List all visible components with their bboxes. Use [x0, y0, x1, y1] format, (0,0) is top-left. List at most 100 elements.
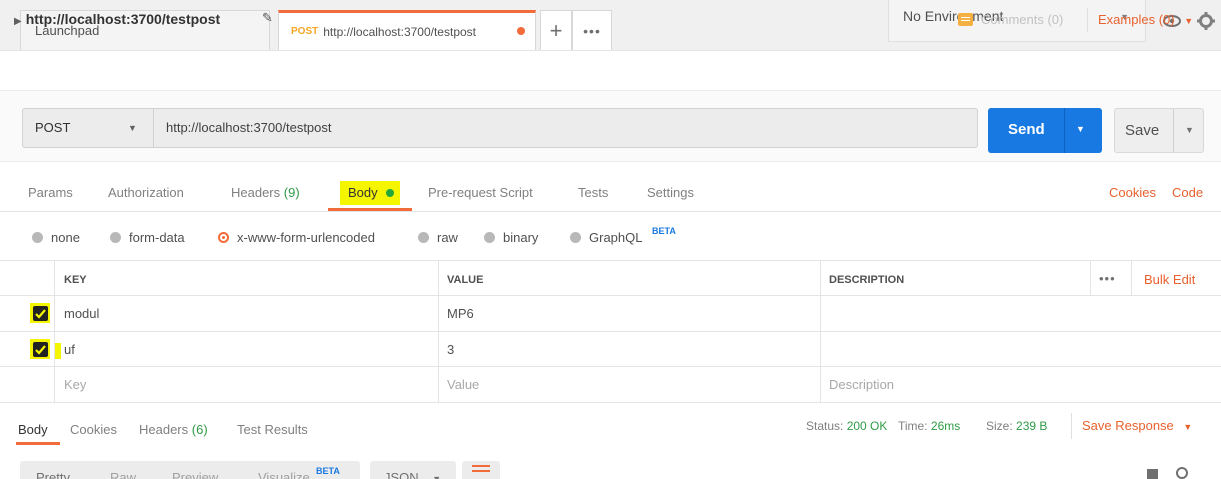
radio-none-label[interactable]: none — [51, 230, 80, 245]
tab-active-request[interactable]: POST http://localhost:3700/testpost — [278, 10, 536, 50]
checkmark-icon — [35, 345, 46, 355]
tab-headers-label: Headers — [231, 185, 281, 200]
new-tab-button[interactable]: + — [540, 10, 572, 50]
save-response-dropdown[interactable]: Save Response ▼ — [1082, 418, 1192, 433]
radio-binary-label[interactable]: binary — [503, 230, 538, 245]
column-divider — [1131, 260, 1132, 295]
size-label: Size: — [986, 419, 1013, 433]
tab-headers[interactable]: Headers (9) — [231, 185, 300, 200]
chevron-down-icon[interactable]: ▼ — [1076, 124, 1085, 134]
table-border — [0, 402, 1221, 403]
tab-authorization[interactable]: Authorization — [108, 185, 184, 200]
body-active-dot — [386, 189, 394, 197]
tab-tests[interactable]: Tests — [578, 185, 608, 200]
search-icon[interactable] — [1176, 467, 1188, 479]
send-button[interactable]: Send ▼ — [988, 108, 1102, 153]
active-tab-indicator — [328, 208, 412, 211]
row-key-highlight — [55, 343, 61, 359]
copy-icon[interactable] — [1147, 469, 1158, 479]
comments-button[interactable]: Comments (0) — [958, 12, 1063, 27]
status-value: 200 OK — [846, 419, 888, 433]
wrap-lines-button[interactable] — [462, 461, 500, 479]
unsaved-changes-dot — [517, 27, 525, 35]
radio-urlencoded[interactable] — [218, 232, 229, 243]
radio-none[interactable] — [32, 232, 43, 243]
radio-raw[interactable] — [418, 232, 429, 243]
column-header-key: KEY — [64, 274, 87, 286]
format-select[interactable]: JSON ▼ — [370, 461, 456, 479]
code-link[interactable]: Code — [1172, 185, 1203, 200]
response-tab-cookies[interactable]: Cookies — [70, 422, 117, 437]
tab-more-button[interactable]: ••• — [572, 10, 612, 50]
radio-graphql[interactable] — [570, 232, 581, 243]
row-value[interactable]: 3 — [447, 342, 454, 357]
new-description-input[interactable]: Description — [829, 377, 894, 392]
table-border — [0, 260, 1221, 261]
manage-environments-button[interactable] — [1190, 0, 1221, 42]
tab-params[interactable]: Params — [28, 185, 73, 200]
radio-urlencoded-label[interactable]: x-www-form-urlencoded — [237, 230, 375, 245]
method-selected: POST — [35, 120, 71, 135]
view-raw[interactable]: Raw — [110, 470, 136, 479]
new-key-input[interactable]: Key — [64, 377, 86, 392]
examples-dropdown[interactable]: Examples (0) ▼ — [1098, 12, 1193, 27]
plus-icon: + — [549, 17, 563, 43]
tab-prerequest-script[interactable]: Pre-request Script — [428, 185, 533, 200]
row-value[interactable]: MP6 — [447, 306, 474, 321]
radio-graphql-label[interactable]: GraphQL — [589, 230, 642, 245]
tab-headers-count: (9) — [283, 185, 300, 200]
status-label: Status: — [806, 419, 844, 433]
response-tab-body[interactable]: Body — [18, 422, 48, 437]
chevron-down-icon: ▼ — [128, 123, 137, 133]
comment-icon — [958, 13, 973, 26]
tab-request-url: http://localhost:3700/testpost — [323, 24, 476, 39]
response-tab-headers[interactable]: Headers (6) — [139, 422, 208, 437]
comments-label: Comments (0) — [981, 12, 1064, 27]
table-border — [0, 295, 1221, 296]
table-more-button[interactable]: ••• — [1099, 271, 1116, 286]
chevron-down-icon: ▼ — [1183, 422, 1193, 432]
new-value-input[interactable]: Value — [447, 377, 479, 392]
view-preview[interactable]: Preview — [172, 470, 218, 479]
view-pretty[interactable]: Pretty — [36, 470, 70, 479]
table-border — [0, 366, 1221, 367]
save-button-label: Save — [1125, 122, 1160, 139]
checkmark-icon — [35, 309, 46, 319]
row-key[interactable]: modul — [64, 306, 99, 321]
cookies-link[interactable]: Cookies — [1109, 185, 1156, 200]
tab-settings[interactable]: Settings — [647, 185, 694, 200]
request-name[interactable]: ▶ http://localhost:3700/testpost — [14, 11, 220, 27]
tab-body[interactable]: Body — [348, 185, 378, 200]
format-selected: JSON — [384, 470, 419, 479]
column-divider — [820, 260, 821, 403]
size-readout: Size: 239 B — [986, 419, 1047, 433]
tab-method-badge: POST — [291, 26, 319, 37]
column-divider — [54, 260, 55, 403]
response-headers-count: (6) — [191, 422, 208, 437]
radio-binary[interactable] — [484, 232, 495, 243]
examples-label: Examples (0) — [1098, 12, 1175, 27]
chevron-down-icon: ▼ — [432, 474, 442, 479]
time-readout: Time: 26ms — [898, 419, 960, 433]
divider — [1087, 8, 1088, 32]
radio-form-data-label[interactable]: form-data — [129, 230, 185, 245]
size-value: 239 B — [1016, 419, 1048, 433]
chevron-down-icon[interactable]: ▼ — [1185, 125, 1194, 135]
save-response-label: Save Response — [1082, 418, 1174, 433]
row-checkbox[interactable] — [33, 306, 48, 321]
pencil-icon[interactable]: ✎ — [262, 10, 273, 26]
response-tab-test-results[interactable]: Test Results — [237, 422, 308, 437]
row-checkbox[interactable] — [33, 342, 48, 357]
chevron-down-icon: ▼ — [1184, 16, 1194, 26]
gear-icon — [1196, 12, 1215, 30]
save-button[interactable]: Save ▼ — [1114, 108, 1204, 153]
radio-raw-label[interactable]: raw — [437, 230, 458, 245]
column-header-value: VALUE — [447, 274, 484, 286]
bulk-edit-link[interactable]: Bulk Edit — [1144, 272, 1195, 287]
response-tab-headers-label: Headers — [139, 422, 189, 437]
url-input[interactable]: http://localhost:3700/testpost — [153, 108, 978, 148]
radio-form-data[interactable] — [110, 232, 121, 243]
row-key[interactable]: uf — [64, 342, 75, 357]
view-visualize[interactable]: Visualize — [258, 470, 310, 479]
method-select[interactable]: POST ▼ — [22, 108, 154, 148]
